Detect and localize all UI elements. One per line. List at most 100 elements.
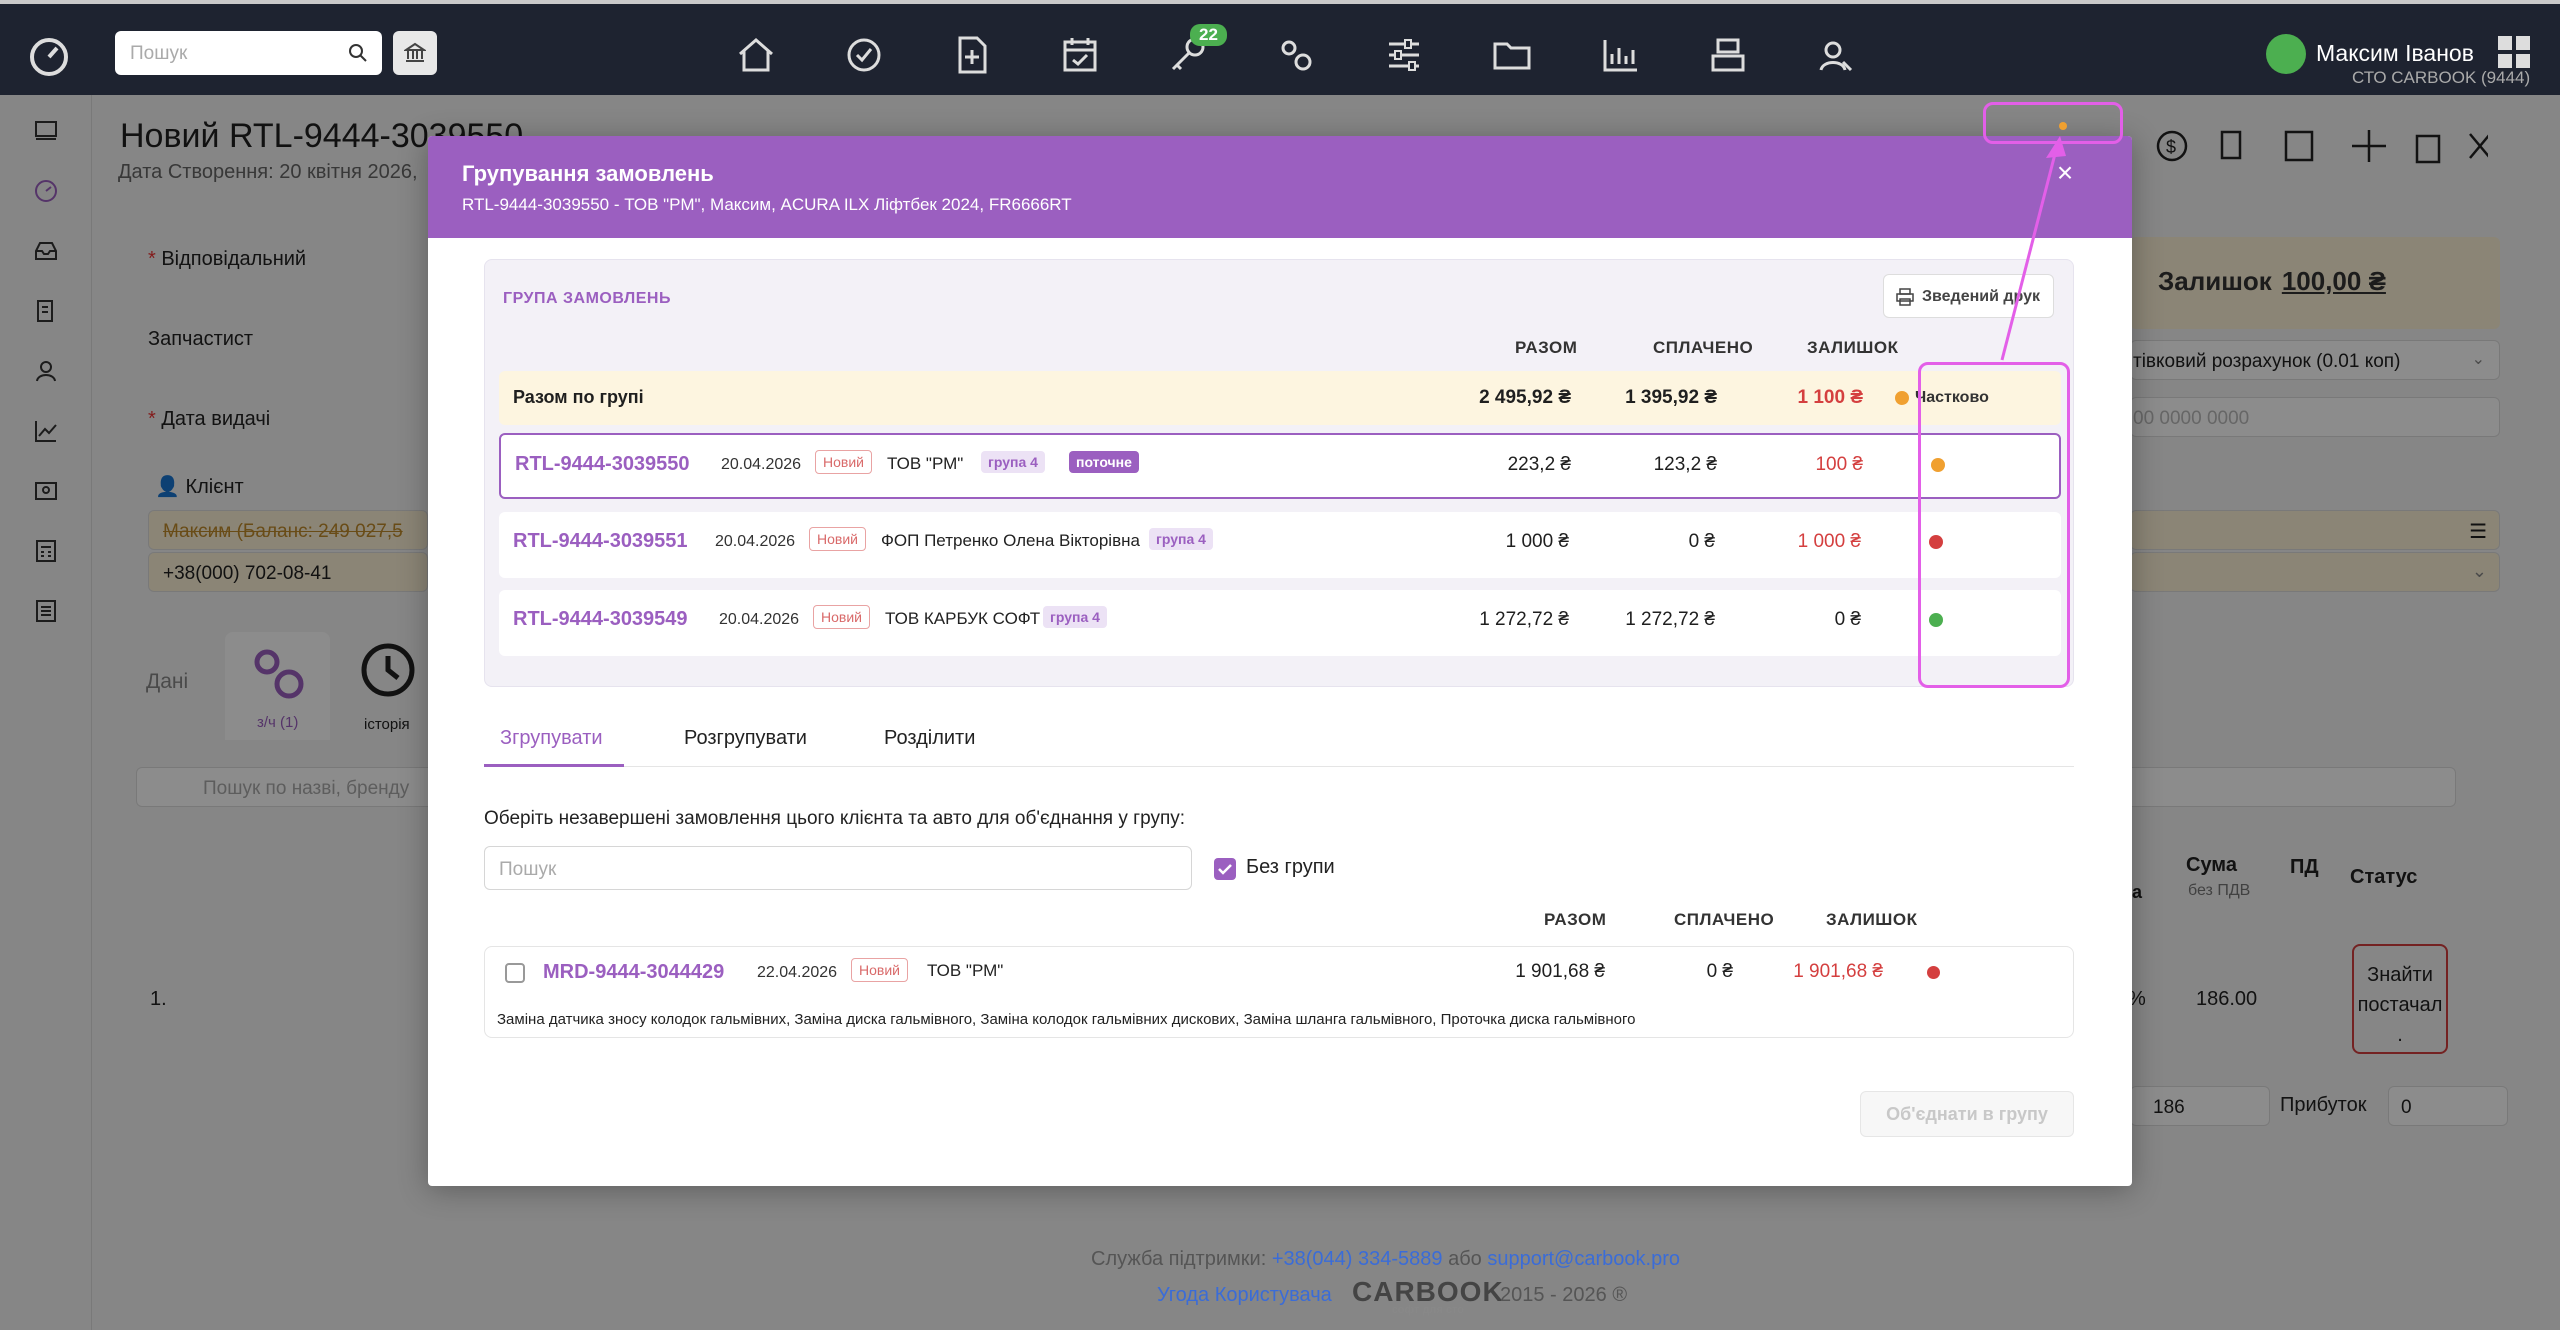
group-tag: група 4 — [981, 451, 1045, 473]
no-group-label[interactable]: Без групи — [1246, 856, 1335, 879]
apps-grid-icon[interactable] — [2496, 34, 2532, 70]
order-total: 1 000 ₴ — [1505, 531, 1569, 552]
carbook-logo: CARBOOK софт для сто — [1352, 1276, 1504, 1316]
status-tag-new: Новий — [813, 605, 870, 629]
home-icon[interactable] — [735, 34, 777, 76]
no-group-checkbox[interactable] — [1214, 858, 1236, 880]
user-name[interactable]: Максим Іванов — [2316, 40, 2474, 67]
group-tag: група 4 — [1149, 528, 1213, 550]
col-total: РАЗОМ — [1515, 338, 1578, 357]
footer-years: 2015 - 2026 ® — [1500, 1284, 1628, 1306]
candidate-status-dot — [1927, 966, 1940, 979]
search-icon — [349, 44, 367, 62]
cand-col-rest: ЗАЛИШОК — [1826, 910, 1918, 929]
status-tag-new: Новий — [815, 450, 872, 474]
support-email-link[interactable]: support@carbook.pro — [1487, 1248, 1680, 1270]
group-total-row: Разом по групі 2 495,92 ₴ 1 395,92 ₴ 1 1… — [499, 371, 2061, 425]
order-paid: 123,2 ₴ — [1653, 454, 1717, 475]
cand-col-paid: СПЛАЧЕНО — [1674, 910, 1775, 929]
candidate-order-row[interactable]: MRD-9444-3044429 22.04.2026 Новий ТОВ "Р… — [484, 946, 2074, 1038]
modal-header: Групування замовлень RTL-9444-3039550 - … — [428, 136, 2132, 238]
summary-print-button[interactable]: Зведений друк — [1883, 274, 2054, 318]
close-icon[interactable]: × — [2053, 159, 2077, 187]
check-circle-icon[interactable] — [843, 34, 885, 76]
tab-ungroup[interactable]: Розгрупувати — [684, 727, 807, 750]
order-client: ТОВ "РМ" — [887, 454, 964, 473]
group-paid: 1 395,92 ₴ — [1625, 387, 1717, 408]
order-rest: 100 ₴ — [1815, 454, 1863, 475]
candidate-paid: 0 ₴ — [1706, 961, 1733, 982]
current-tag: поточне — [1069, 451, 1139, 473]
partial-status-dot — [1895, 391, 1909, 405]
folder-icon[interactable] — [1491, 34, 1533, 76]
candidate-number-link[interactable]: MRD-9444-3044429 — [543, 961, 724, 984]
bar-chart-icon[interactable] — [1599, 34, 1641, 76]
group-order-row[interactable]: RTL-9444-3039551 20.04.2026 Новий ФОП Пе… — [499, 512, 2061, 578]
candidate-rest: 1 901,68 ₴ — [1793, 961, 1883, 982]
cand-col-total: РАЗОМ — [1544, 910, 1607, 929]
search-placeholder: Пошук — [499, 859, 557, 880]
order-paid: 0 ₴ — [1688, 531, 1715, 552]
active-tab-indicator — [484, 764, 624, 767]
col-paid: СПЛАЧЕНО — [1653, 338, 1754, 357]
highlight-toolbar-dot — [1983, 102, 2123, 144]
sliders-icon[interactable] — [1383, 34, 1425, 76]
candidate-status-tag: Новий — [851, 958, 908, 982]
group-rest: 1 100 ₴ — [1797, 387, 1864, 408]
candidate-checkbox[interactable] — [505, 963, 525, 983]
support-line: Служба підтримки: +38(044) 334-5889 або … — [1091, 1248, 1680, 1270]
order-number-link[interactable]: RTL-9444-3039549 — [513, 608, 688, 631]
order-total: 1 272,72 ₴ — [1479, 609, 1569, 630]
order-date: 20.04.2026 — [715, 533, 796, 550]
dashboard-logo-icon[interactable] — [26, 34, 72, 80]
group-total: 2 495,92 ₴ — [1479, 387, 1571, 408]
order-client: ФОП Петренко Олена Вікторівна — [881, 531, 1140, 550]
new-document-icon[interactable] — [951, 34, 993, 76]
avatar[interactable] — [2266, 34, 2306, 74]
group-tag: група 4 — [1043, 606, 1107, 628]
group-title: ГРУПА ЗАМОВЛЕНЬ — [503, 290, 671, 307]
order-group-panel: ГРУПА ЗАМОВЛЕНЬ Зведений друк РАЗОМ СПЛА… — [484, 259, 2074, 687]
user-search-icon[interactable] — [1815, 34, 1857, 76]
order-rest: 0 ₴ — [1834, 609, 1861, 630]
status-tag-new: Новий — [809, 527, 866, 551]
bank-button[interactable] — [393, 31, 437, 75]
order-number-link[interactable]: RTL-9444-3039550 — [515, 453, 690, 476]
global-search-input[interactable]: Пошук — [115, 31, 382, 75]
search-placeholder: Пошук — [130, 43, 188, 64]
bank-icon — [404, 42, 426, 62]
group-hint: Оберіть незавершені замовлення цього клі… — [484, 808, 1186, 829]
order-date: 20.04.2026 — [719, 611, 800, 628]
support-phone-link[interactable]: +38(044) 334-5889 — [1272, 1248, 1443, 1270]
highlight-status-column — [1918, 362, 2070, 688]
cash-register-icon[interactable] — [1707, 34, 1749, 76]
grouping-modal: Групування замовлень RTL-9444-3039550 - … — [428, 136, 2132, 1186]
join-group-button[interactable]: Об'єднати в групу — [1860, 1091, 2074, 1137]
order-number-link[interactable]: RTL-9444-3039551 — [513, 530, 688, 553]
candidate-search-input[interactable]: Пошук — [484, 846, 1192, 890]
group-order-row[interactable]: RTL-9444-3039550 20.04.2026 Новий ТОВ "Р… — [499, 433, 2061, 499]
col-rest: ЗАЛИШОК — [1807, 338, 1899, 357]
order-date: 20.04.2026 — [721, 456, 802, 473]
candidate-date: 22.04.2026 — [757, 964, 838, 981]
user-company: СТО CARBOOK (9444) — [2352, 68, 2531, 87]
candidate-client: ТОВ "РМ" — [927, 961, 1004, 980]
tab-split[interactable]: Розділити — [884, 727, 975, 750]
modal-title: Групування замовлень — [462, 161, 714, 186]
order-client: ТОВ КАРБУК СОФТ — [885, 609, 1041, 628]
user-agreement-link[interactable]: Угода Користувача — [1157, 1284, 1332, 1306]
printer-icon — [1896, 288, 1914, 306]
footer-agreement: Угода Користувача — [1157, 1284, 1332, 1307]
notification-badge: 22 — [1190, 24, 1227, 46]
order-rest: 1 000 ₴ — [1797, 531, 1861, 552]
tab-group[interactable]: Згрупувати — [500, 727, 603, 750]
candidate-total: 1 901,68 ₴ — [1515, 961, 1605, 982]
main-nav — [735, 34, 1853, 78]
check-icon — [1218, 864, 1232, 875]
group-total-label: Разом по групі — [513, 387, 644, 407]
top-navbar: Пошук 22 Максим Іванов СТО CARBOOK (9444… — [0, 0, 2560, 95]
candidate-description: Заміна датчика зносу колодок гальмівних,… — [497, 1011, 1636, 1028]
group-order-row[interactable]: RTL-9444-3039549 20.04.2026 Новий ТОВ КА… — [499, 590, 2061, 656]
gears-icon[interactable] — [1275, 34, 1317, 76]
calendar-icon[interactable] — [1059, 34, 1101, 76]
